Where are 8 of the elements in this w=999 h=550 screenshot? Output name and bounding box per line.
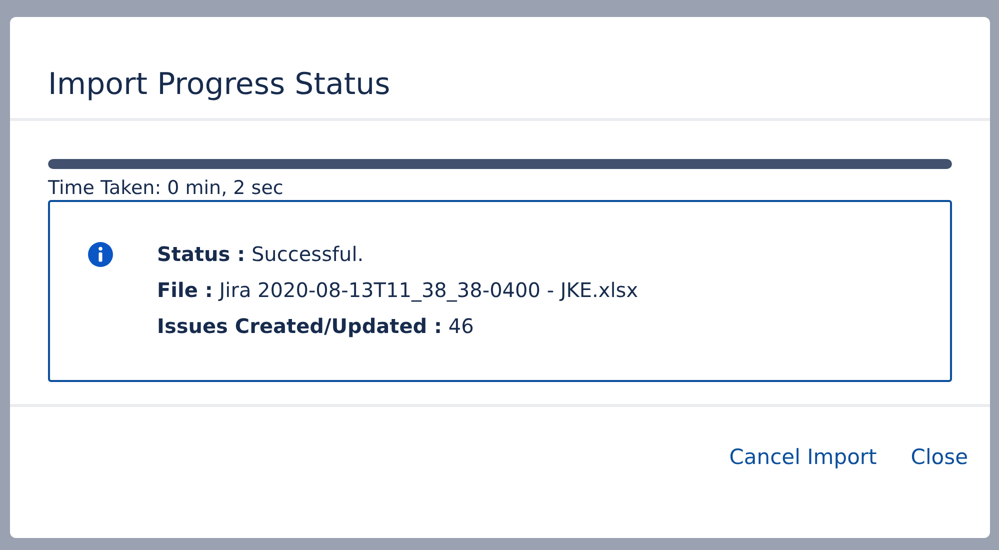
message-line: Status : Successful. [157,241,365,268]
info-icon [88,242,113,267]
dialog-title: Import Progress Status [48,66,392,104]
message-line: File : Jira 2020-08-13T11_38_38-0400 - JKE.xlsx [157,277,638,304]
dialog-button[interactable]: Cancel Import [727,441,879,473]
time-taken: Time Taken: 0 min, 2 sec [48,176,284,200]
dialog-button[interactable]: Close [908,441,970,473]
message-line: Issues Created/Updated : 46 [157,313,475,340]
